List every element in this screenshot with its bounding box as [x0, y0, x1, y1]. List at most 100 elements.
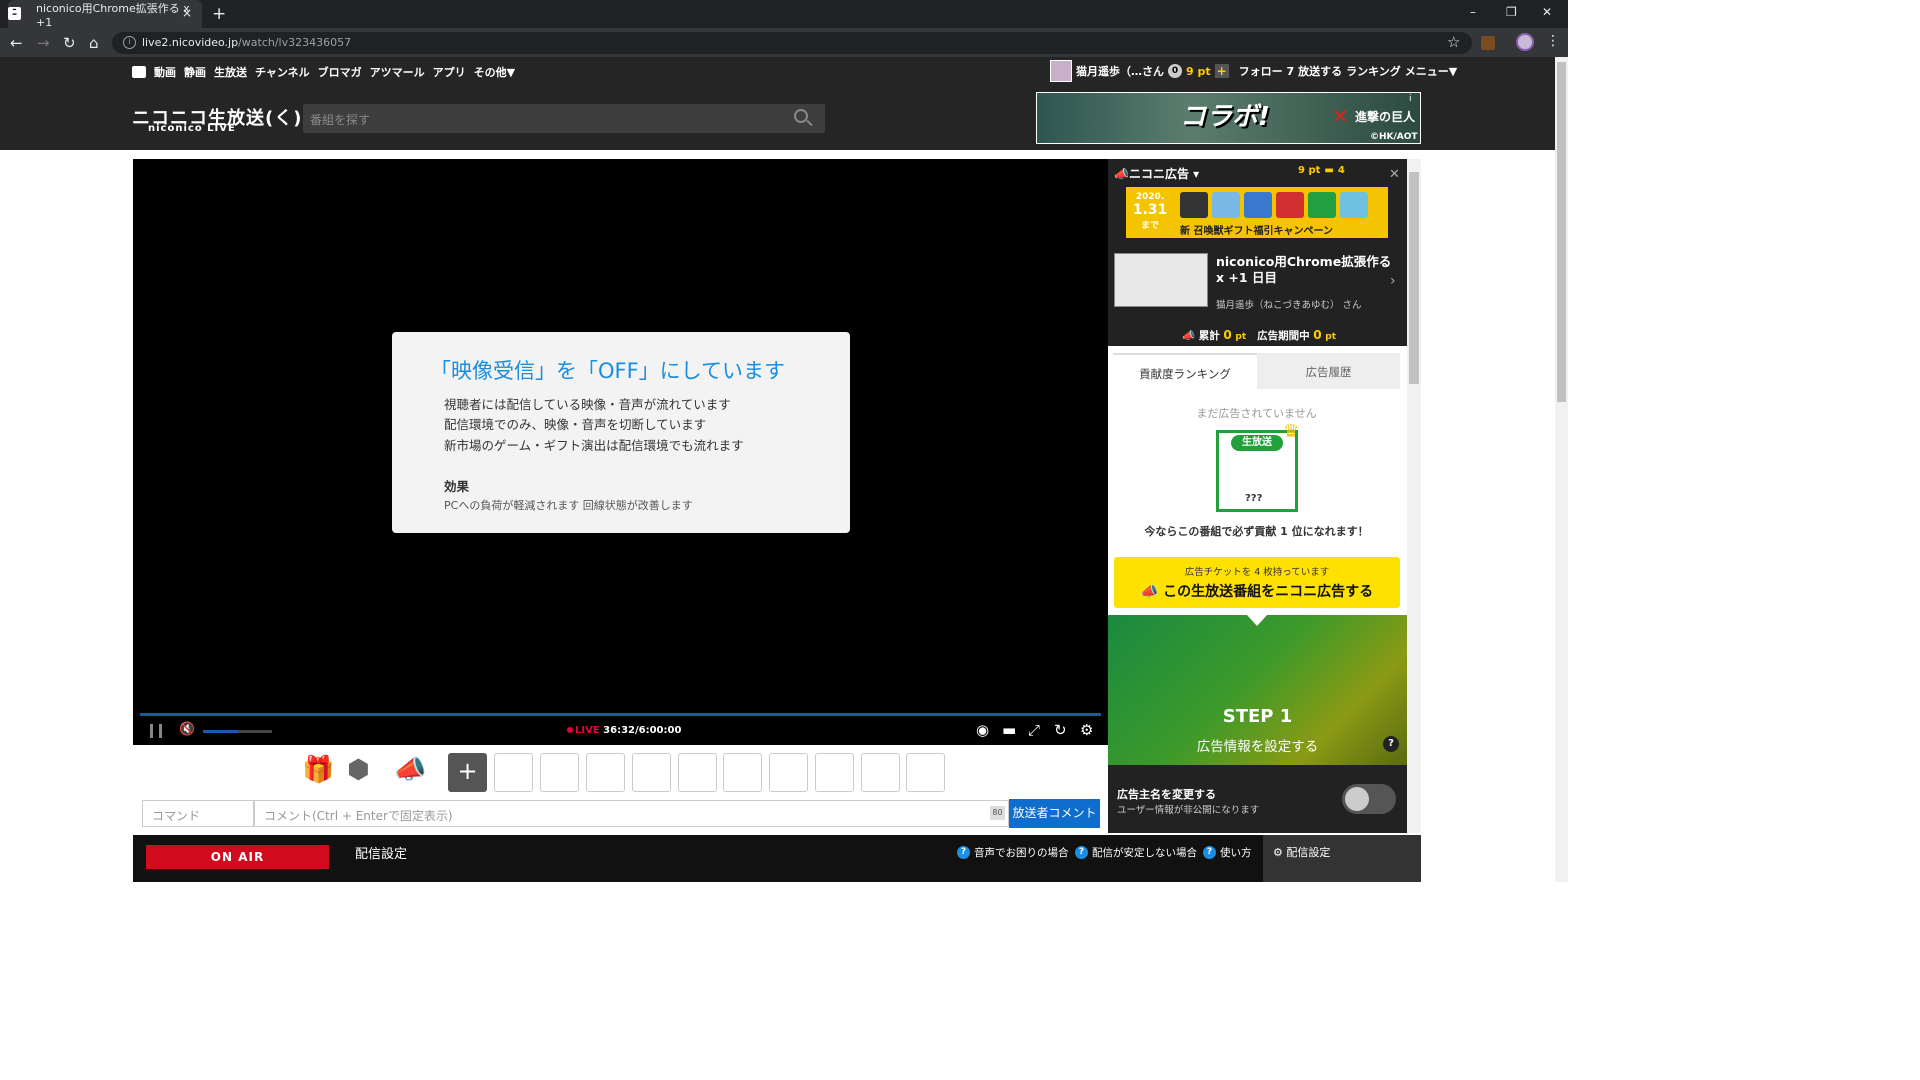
settings-menu-item[interactable]: ⚙ 配信設定 [1273, 844, 1330, 860]
chevron-right-icon[interactable]: › [1390, 273, 1396, 289]
help-usage-link[interactable]: ? 使い方 [1203, 845, 1252, 860]
item-slot[interactable] [632, 753, 671, 792]
ranking-link[interactable]: ランキング [1346, 63, 1401, 79]
tab-contribution-ranking[interactable]: 貢献度ランキング [1113, 353, 1257, 389]
browser-menu-icon[interactable]: ⋮ [1546, 33, 1560, 49]
help-icon: ? [957, 846, 970, 859]
home-icon[interactable]: ⌂ [89, 34, 99, 52]
live-time: LIVE 36:32/6:00:00 [567, 725, 681, 736]
search-placeholder: 番組を探す [310, 113, 371, 127]
menu-link[interactable]: メニュー▼ [1405, 63, 1457, 79]
browser-tab[interactable]: niconico用Chrome拡張作る x +1 [8, 0, 202, 29]
gift-character-icon [1308, 192, 1336, 218]
fullscreen-icon[interactable]: ⤢ [1028, 721, 1040, 739]
item-slot[interactable] [861, 753, 900, 792]
mute-icon[interactable]: 🔇 [179, 722, 195, 737]
hide-video-icon[interactable]: ◉ [976, 721, 989, 739]
seek-bar[interactable] [140, 713, 1101, 716]
gift-icon[interactable]: 🎁 [302, 755, 334, 785]
item-slot[interactable] [494, 753, 533, 792]
game-box-icon[interactable]: ⬢ [347, 755, 370, 785]
crown-icon: ♛ [1283, 421, 1300, 442]
item-slot[interactable] [815, 753, 854, 792]
tab-ad-history[interactable]: 広告履歴 [1257, 353, 1400, 389]
reload-player-icon[interactable]: ↻ [1054, 721, 1067, 739]
period-value: 0 [1313, 328, 1322, 342]
window-close-button[interactable]: ✕ [1542, 5, 1552, 19]
gear-icon: ⚙ [1273, 846, 1287, 859]
ad-button-text: この生放送番組をニコニ広告する [1163, 584, 1374, 600]
megaphone-icon: 📣 [1114, 167, 1129, 181]
minimize-button[interactable]: – [1470, 5, 1476, 19]
broadcast-link[interactable]: 放送する [1298, 63, 1342, 79]
new-tab-button[interactable]: + [212, 4, 226, 24]
back-icon[interactable]: ← [10, 34, 23, 52]
extension-icon[interactable] [1481, 36, 1495, 50]
nav-blomaga[interactable]: ブロマガ [318, 64, 362, 80]
pause-icon[interactable] [150, 724, 162, 738]
item-slot[interactable] [678, 753, 717, 792]
coin-count: 0 [1168, 64, 1182, 78]
comment-input[interactable]: コメント(Ctrl + Enterで固定表示) [254, 800, 1009, 827]
program-title[interactable]: niconico用Chrome拡張作る x +1 日目 [1216, 254, 1394, 286]
item-slot[interactable] [540, 753, 579, 792]
command-input[interactable]: コマンド [142, 800, 254, 827]
user-avatar[interactable] [1050, 60, 1072, 82]
nav-app[interactable]: アプリ [433, 64, 466, 80]
site-top-nav: 動画 静画 生放送 チャンネル ブロマガ アツマール アプリ その他▼ [132, 64, 523, 80]
no-ads-text: まだ広告されていません [1196, 407, 1317, 420]
reload-icon[interactable]: ↻ [63, 34, 76, 52]
add-points-button[interactable]: + [1214, 64, 1229, 78]
help-unstable-link[interactable]: ? 配信が安定しない場合 [1075, 845, 1197, 860]
ad-pts: 9 pt [1298, 165, 1321, 176]
toggle-knob[interactable] [1345, 787, 1369, 811]
banner-cross-icon: ✕ [1332, 104, 1349, 128]
site-info-icon[interactable]: i [123, 36, 136, 49]
step-number: STEP 1 [1222, 706, 1293, 727]
page-scrollbar-thumb[interactable] [1557, 62, 1566, 402]
total-label: 累計 [1198, 330, 1220, 342]
forward-icon[interactable]: → [37, 34, 50, 52]
notice-line: 視聴者には配信している映像・音声が流れています [444, 397, 731, 412]
nav-douga[interactable]: 動画 [154, 64, 176, 80]
ticket-message: 広告チケットを 4 枚持っています [1184, 567, 1330, 578]
nav-seiga[interactable]: 静画 [184, 64, 206, 80]
tab-close-button[interactable]: × [182, 6, 192, 20]
notice-effect-text: PCへの負荷が軽減されます 回線状態が改善します [444, 499, 693, 512]
item-slot[interactable] [906, 753, 945, 792]
bookmark-star-icon[interactable]: ☆ [1447, 33, 1460, 51]
rank-live-tag: 生放送 [1231, 435, 1283, 451]
nav-atsumaru[interactable]: アツマール [370, 64, 425, 80]
ad-ex-icon[interactable]: 📣 [394, 755, 426, 785]
broadcaster-comment-button[interactable]: 放送者コメント [1009, 799, 1100, 828]
comment-toggle-icon[interactable]: ▬ [1002, 721, 1016, 739]
browser-tab-bar [0, 0, 1568, 28]
ad-panel-title[interactable]: 📣ニコニ広告 ▾ [1114, 165, 1199, 182]
profile-avatar[interactable] [1516, 33, 1534, 51]
help-icon: ? [1075, 846, 1088, 859]
item-slot[interactable] [769, 753, 808, 792]
user-name[interactable]: 猫月遥歩（…さん [1076, 63, 1164, 79]
search-icon[interactable] [794, 109, 808, 123]
help-audio-link[interactable]: ? 音声でお困りの場合 [957, 845, 1069, 860]
ad-panel-scrollbar-thumb[interactable] [1409, 172, 1419, 384]
item-slot[interactable] [723, 753, 762, 792]
onair-button[interactable]: ON AIR [146, 845, 329, 869]
help-icon[interactable]: ? [1383, 736, 1399, 752]
player-settings-icon[interactable]: ⚙ [1080, 721, 1093, 739]
follow-link[interactable]: フォロー 7 [1239, 63, 1294, 79]
program-search-input[interactable] [303, 104, 825, 133]
nav-other[interactable]: その他▼ [474, 64, 515, 80]
gift-character-icon [1340, 192, 1368, 218]
settings-title: 配信設定 [355, 847, 408, 862]
nav-live[interactable]: 生放送 [214, 64, 247, 80]
program-thumbnail[interactable] [1114, 253, 1208, 307]
item-slot[interactable] [586, 753, 625, 792]
nav-channel[interactable]: チャンネル [255, 64, 310, 80]
gift-character-icon [1244, 192, 1272, 218]
add-item-button[interactable]: + [448, 753, 487, 792]
banner-info-icon[interactable]: i [1409, 94, 1412, 104]
close-icon[interactable]: ✕ [1389, 167, 1400, 182]
tv-icon[interactable] [132, 66, 146, 78]
maximize-button[interactable]: ❐ [1506, 5, 1517, 19]
